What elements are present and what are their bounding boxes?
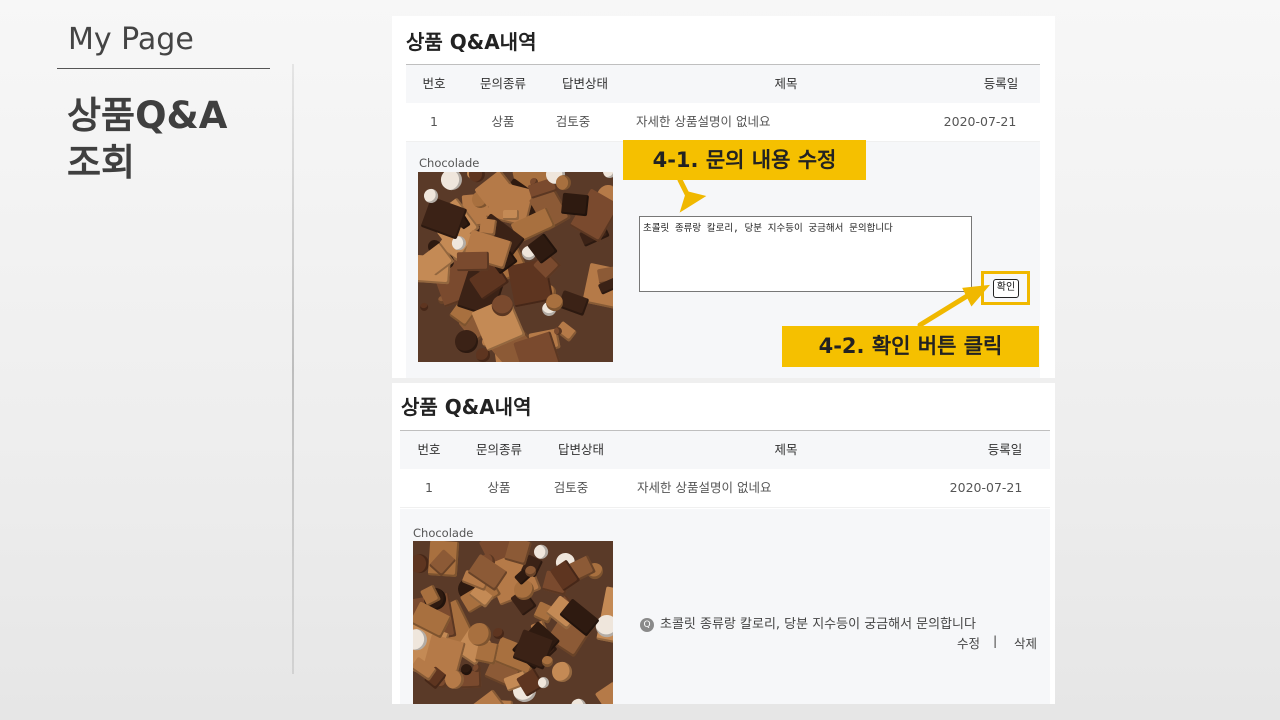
edit-link[interactable]: 수정 bbox=[957, 633, 980, 652]
product-name: Chocolade bbox=[413, 526, 474, 540]
qa-panel-editing: 상품 Q&A내역 번호 문의종류 답변상태 제목 등록일 1 상품 검토중 자세… bbox=[392, 16, 1055, 378]
col-no: 번호 bbox=[422, 76, 446, 91]
confirm-highlight-box bbox=[981, 271, 1030, 305]
detail-area: Chocolade Q 초콜릿 종류랑 칼로리, 당분 지수등이 궁금해서 문의합… bbox=[400, 509, 1050, 704]
row-subject[interactable]: 자세한 상품설명이 없네요 bbox=[636, 103, 770, 141]
table-row[interactable]: 1 상품 검토중 자세한 상품설명이 없네요 2020-07-21 bbox=[406, 103, 1040, 142]
callout-click-confirm: 4-2. 확인 버튼 클릭 bbox=[782, 326, 1039, 367]
question-text: Q 초콜릿 종류랑 칼로리, 당분 지수등이 궁금해서 문의합니다 bbox=[640, 613, 976, 632]
col-status: 답변상태 bbox=[561, 76, 608, 91]
col-subject: 제목 bbox=[774, 442, 798, 457]
slide-subtitle: My Page bbox=[68, 22, 194, 57]
row-no: 1 bbox=[430, 114, 438, 129]
row-status: 검토중 bbox=[553, 480, 589, 495]
col-subject: 제목 bbox=[774, 76, 798, 91]
table-header: 번호 문의종류 답변상태 제목 등록일 bbox=[400, 430, 1050, 469]
slide-title: 상품Q&A 조회 bbox=[67, 94, 228, 184]
action-separator: | bbox=[993, 633, 998, 648]
table-header: 번호 문의종류 답변상태 제목 등록일 bbox=[406, 64, 1040, 103]
col-date: 등록일 bbox=[983, 76, 1019, 91]
table-row[interactable]: 1 상품 검토중 자세한 상품설명이 없네요 2020-07-21 bbox=[400, 469, 1050, 508]
row-status: 검토중 bbox=[555, 114, 591, 129]
col-no: 번호 bbox=[417, 442, 441, 457]
qa-panel-saved: 상품 Q&A내역 번호 문의종류 답변상태 제목 등록일 1 상품 검토중 자세… bbox=[392, 383, 1055, 704]
row-date: 2020-07-21 bbox=[949, 480, 1023, 495]
product-image bbox=[413, 541, 613, 704]
row-type: 상품 bbox=[491, 114, 515, 129]
question-content: 초콜릿 종류랑 칼로리, 당분 지수등이 궁금해서 문의합니다 bbox=[660, 617, 976, 632]
col-type: 문의종류 bbox=[475, 442, 522, 457]
col-date: 등록일 bbox=[987, 442, 1023, 457]
row-type: 상품 bbox=[487, 480, 511, 495]
subtitle-divider bbox=[57, 68, 270, 69]
row-date: 2020-07-21 bbox=[943, 114, 1017, 129]
row-subject[interactable]: 자세한 상품설명이 없네요 bbox=[637, 469, 771, 507]
callout-edit-question: 4-1. 문의 내용 수정 bbox=[623, 140, 866, 180]
question-q-icon: Q bbox=[640, 618, 654, 632]
col-type: 문의종류 bbox=[479, 76, 526, 91]
product-image bbox=[418, 172, 613, 362]
col-status: 답변상태 bbox=[557, 442, 604, 457]
panel-title: 상품 Q&A내역 bbox=[401, 395, 532, 419]
panel-title: 상품 Q&A내역 bbox=[406, 30, 537, 54]
product-name: Chocolade bbox=[419, 156, 480, 170]
row-no: 1 bbox=[425, 480, 433, 495]
delete-link[interactable]: 삭제 bbox=[1014, 633, 1037, 652]
vertical-divider bbox=[292, 64, 294, 674]
question-edit-textarea[interactable]: 초콜릿 종류랑 칼로리, 당분 지수등이 궁금해서 문의합니다 bbox=[639, 216, 972, 292]
